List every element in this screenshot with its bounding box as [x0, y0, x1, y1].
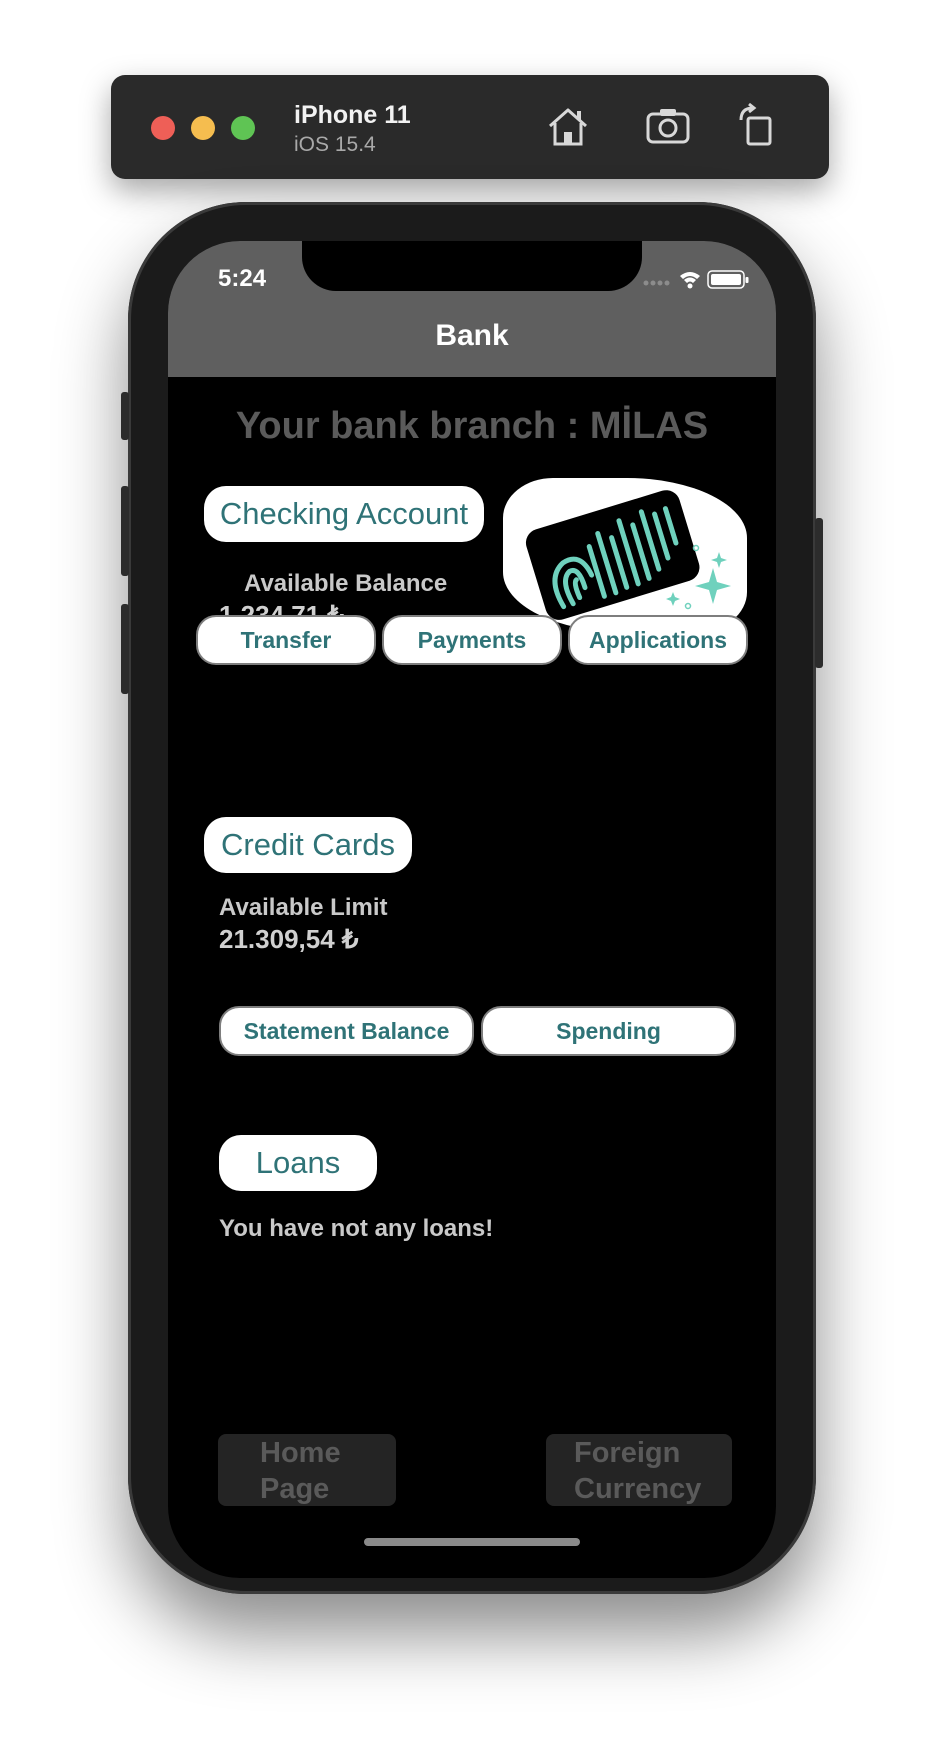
signal-icon — [643, 280, 670, 286]
nav-title: Bank — [435, 319, 509, 352]
home-page-label-line2: Page — [260, 1473, 330, 1505]
statement-balance-button[interactable]: Statement Balance — [219, 1006, 474, 1056]
payments-button[interactable]: Payments — [382, 615, 562, 665]
app-screen: 5:24 Bank Your bank branch : MİLAS Check… — [168, 241, 776, 1578]
fingerprint-card-icon — [525, 490, 731, 620]
screenshot-icon[interactable] — [644, 102, 692, 150]
status-time: 5:24 — [218, 265, 267, 292]
simulator-toolbar: iPhone 11 iOS 15.4 — [111, 75, 829, 179]
home-icon[interactable] — [544, 102, 592, 150]
loans-message: You have not any loans! — [219, 1215, 494, 1242]
rotate-icon[interactable] — [735, 102, 783, 150]
close-window-button[interactable] — [151, 116, 175, 140]
notch — [302, 241, 642, 291]
minimize-window-button[interactable] — [191, 116, 215, 140]
home-page-label-line1: Home — [260, 1437, 341, 1469]
credit-cards-button[interactable]: Credit Cards — [204, 817, 412, 873]
power-button — [815, 518, 823, 668]
volume-up-button — [121, 486, 129, 576]
device-name: iPhone 11 — [294, 101, 411, 129]
available-limit-value: 21.309,54 ₺ — [219, 924, 359, 954]
home-page-button[interactable]: Home Page — [218, 1434, 396, 1506]
available-balance-label: Available Balance — [244, 570, 448, 597]
status-icons — [643, 270, 749, 289]
battery-icon — [707, 270, 749, 289]
os-version: iOS 15.4 — [294, 133, 376, 156]
checking-account-button[interactable]: Checking Account — [204, 486, 484, 542]
branch-label: Your bank branch : MİLAS — [235, 405, 709, 447]
wifi-icon — [680, 272, 700, 289]
loans-button[interactable]: Loans — [219, 1135, 377, 1191]
spending-button[interactable]: Spending — [481, 1006, 736, 1056]
volume-down-button — [121, 604, 129, 694]
foreign-currency-label-line1: Foreign — [574, 1437, 681, 1469]
zoom-window-button[interactable] — [231, 116, 255, 140]
fingerprint-card-image — [503, 478, 747, 632]
applications-button[interactable]: Applications — [568, 615, 748, 665]
available-limit-label: Available Limit — [219, 894, 388, 921]
transfer-button[interactable]: Transfer — [196, 615, 376, 665]
foreign-currency-label-line2: Currency — [574, 1473, 702, 1505]
foreign-currency-button[interactable]: Foreign Currency — [546, 1434, 732, 1506]
mute-switch — [121, 392, 129, 440]
home-indicator[interactable] — [364, 1538, 580, 1546]
